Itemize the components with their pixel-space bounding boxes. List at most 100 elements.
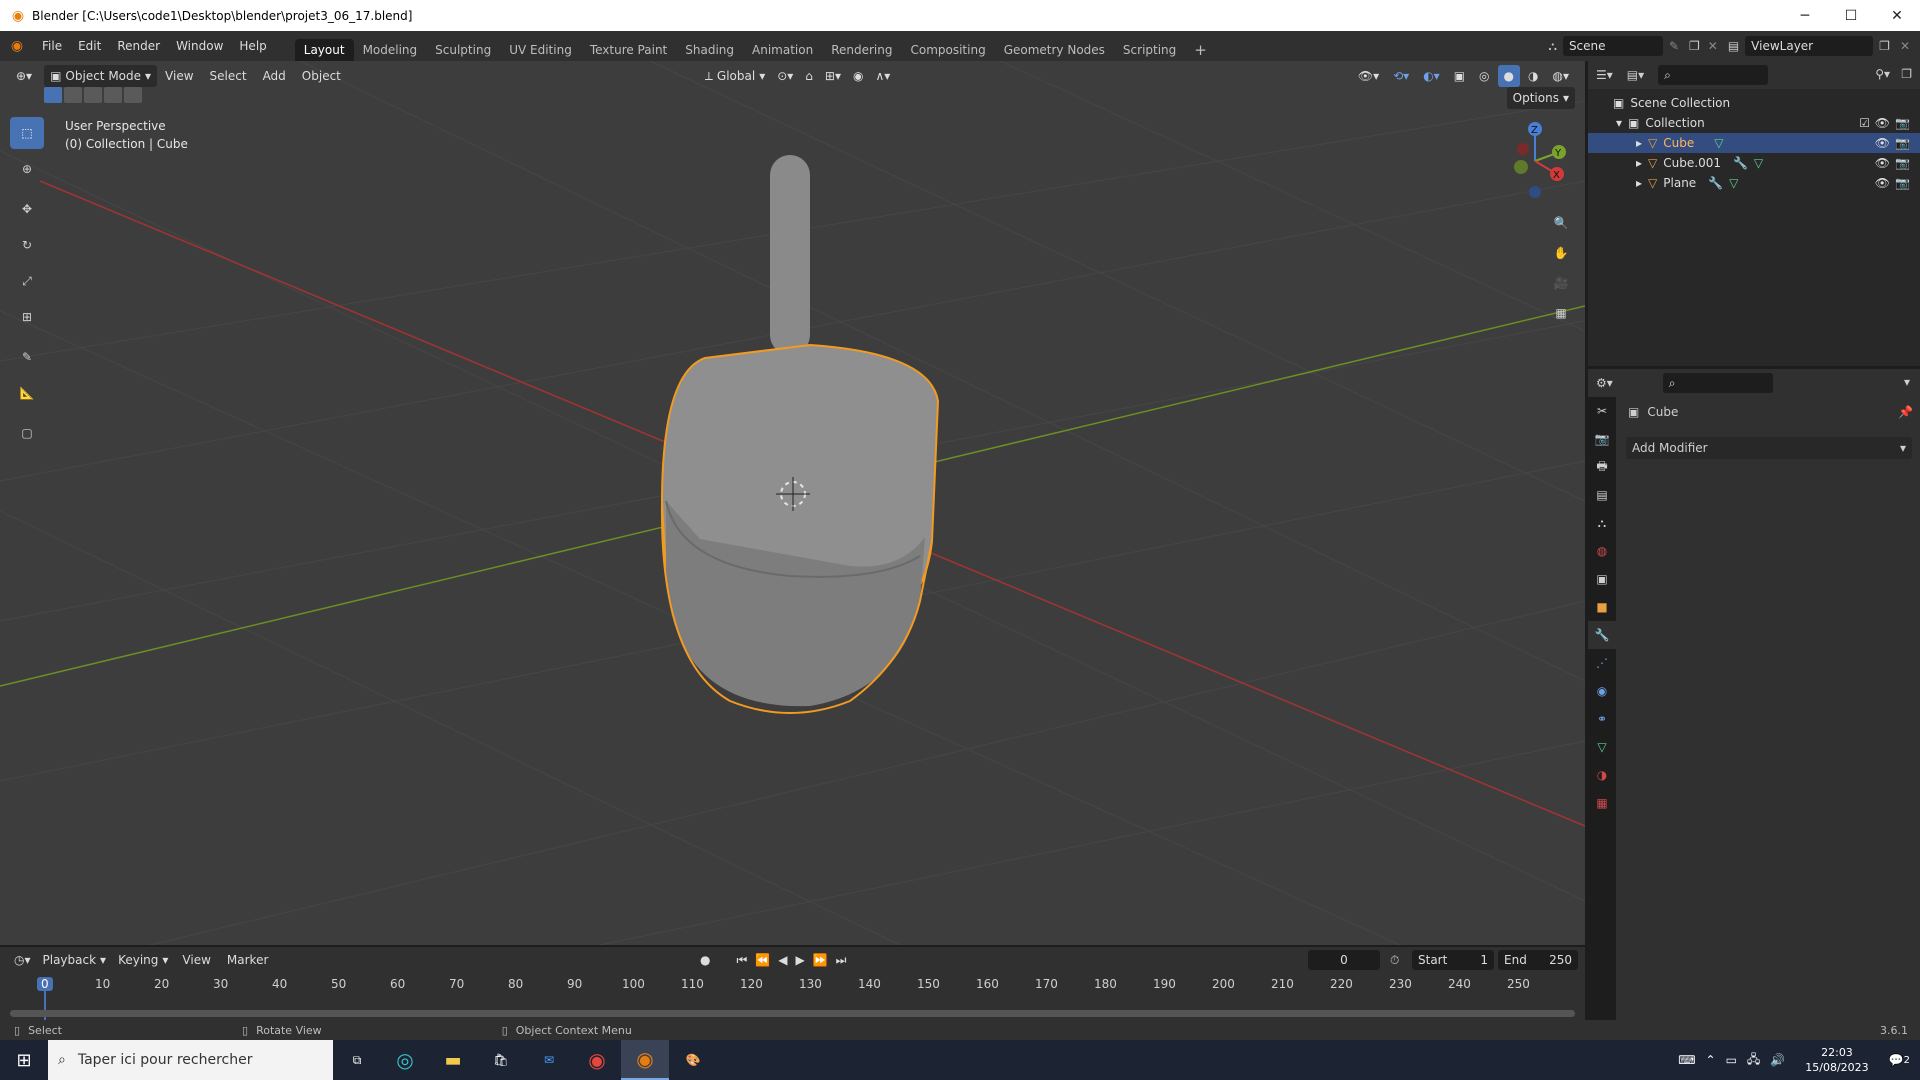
properties-search-input[interactable]: ⌕ xyxy=(1662,373,1773,393)
display-mode-icon[interactable]: ▤▾ xyxy=(1627,68,1644,82)
texture-tab-icon[interactable]: ▦ xyxy=(1588,789,1616,817)
collection-row[interactable]: ▾ ▣ Collection ☑ 👁 📷 xyxy=(1588,113,1920,133)
pan-hand-icon[interactable]: ✋ xyxy=(1547,239,1575,267)
mesh-data-icon[interactable]: ▽ xyxy=(1729,176,1738,190)
camera-icon[interactable]: 📷 xyxy=(1895,116,1910,130)
scene-field[interactable]: Scene xyxy=(1562,36,1663,56)
eye-icon[interactable]: 👁 xyxy=(1875,116,1890,130)
material-shading-button[interactable]: ◑ xyxy=(1522,65,1544,87)
material-tab-icon[interactable]: ◑ xyxy=(1588,761,1616,789)
chevron-down-icon[interactable]: ▾ xyxy=(1904,375,1910,389)
filter-icon[interactable]: ⚲▾ xyxy=(1875,67,1890,81)
object-tab-icon[interactable]: ■ xyxy=(1588,593,1616,621)
clock[interactable]: 22:03 15/08/2023 xyxy=(1805,1045,1868,1075)
modifier-tab-icon[interactable]: 🔧 xyxy=(1588,621,1616,649)
solid-shading-button[interactable]: ● xyxy=(1497,65,1521,87)
rendered-shading-button[interactable]: ◍▾ xyxy=(1547,65,1576,87)
transform-tool[interactable]: ⊞ xyxy=(10,301,44,333)
frame-ruler[interactable]: 0 10 20 30 40 50 60 70 80 90 100 110 120 130 140 150 160… xyxy=(0,973,1585,995)
play-icon[interactable]: ▶ xyxy=(795,953,804,967)
delete-viewlayer-icon[interactable]: ✕ xyxy=(1900,39,1910,53)
tab-shading[interactable]: Shading xyxy=(676,39,743,61)
output-tab-icon[interactable]: 🖶 xyxy=(1588,453,1616,481)
record-icon[interactable]: ● xyxy=(700,953,710,967)
particles-tab-icon[interactable]: ⋰ xyxy=(1588,649,1616,677)
cube-object[interactable] xyxy=(660,155,940,714)
tab-scripting[interactable]: Scripting xyxy=(1114,39,1185,61)
measure-tool[interactable]: 📐 xyxy=(10,377,44,409)
blender-taskbar-icon[interactable]: ◉ xyxy=(621,1040,669,1080)
checkbox-icon[interactable]: ☑ xyxy=(1859,116,1870,130)
snap-toggle[interactable]: ⌂ xyxy=(799,65,819,87)
camera-icon[interactable]: 📷 xyxy=(1895,136,1910,150)
render-tab-icon[interactable]: 📷 xyxy=(1588,425,1616,453)
task-view-icon[interactable]: ⧉ xyxy=(333,1040,381,1080)
timeline-scrollbar[interactable] xyxy=(10,1010,1575,1017)
move-tool[interactable]: ✥ xyxy=(10,193,44,225)
axis-gizmo[interactable]: Z Y X xyxy=(1485,111,1585,201)
select-box-tool[interactable]: ⬚ xyxy=(10,117,44,149)
menu-file[interactable]: File xyxy=(34,31,70,61)
current-frame-field[interactable]: 0 xyxy=(1308,950,1380,970)
blender-menu-icon[interactable]: ◉ xyxy=(0,38,34,54)
camera-icon[interactable]: 📷 xyxy=(1895,156,1910,170)
eye-icon[interactable]: 👁 xyxy=(1875,176,1890,190)
overlay-toggle[interactable]: ◐▾ xyxy=(1417,65,1446,87)
tab-texture-paint[interactable]: Texture Paint xyxy=(581,39,676,61)
zoom-icon[interactable]: 🔍 xyxy=(1547,209,1575,237)
start-frame-field[interactable]: Start 1 xyxy=(1412,950,1494,970)
annotate-tool[interactable]: ✎ xyxy=(10,341,44,373)
outliner-item-plane[interactable]: ▸ ▽ Plane 🔧 ▽ 👁 📷 xyxy=(1588,173,1920,193)
tab-geometry-nodes[interactable]: Geometry Nodes xyxy=(995,39,1114,61)
jump-start-icon[interactable]: ⏮ xyxy=(736,953,747,968)
vp-menu-object[interactable]: Object xyxy=(294,61,349,91)
keying-dropdown[interactable]: Keying ▾ xyxy=(112,949,174,971)
delete-scene-icon[interactable]: ✕ xyxy=(1708,39,1718,53)
taskbar-search-box[interactable]: ⌕ Taper ici pour rechercher xyxy=(48,1040,333,1080)
constraints-tab-icon[interactable]: ⚭ xyxy=(1588,705,1616,733)
chrome-icon[interactable]: ◉ xyxy=(573,1040,621,1080)
viewlayer-field[interactable]: ViewLayer xyxy=(1745,36,1874,56)
add-modifier-dropdown[interactable]: Add Modifier ▾ xyxy=(1626,437,1912,459)
expand-chevron-icon[interactable]: ▾ xyxy=(1616,116,1622,130)
new-scene-icon[interactable]: ❐ xyxy=(1689,39,1700,53)
ortho-grid-icon[interactable]: ▦ xyxy=(1547,299,1575,327)
meet-icon[interactable]: ▭ xyxy=(1726,1053,1737,1067)
outliner-search-input[interactable]: ⌕ xyxy=(1658,65,1769,85)
eye-icon[interactable]: 👁 xyxy=(1875,156,1890,170)
timeline-menu-view[interactable]: View xyxy=(174,945,218,975)
gizmo-toggle[interactable]: ⟲▾ xyxy=(1387,65,1415,87)
falloff-dropdown[interactable]: ∧▾ xyxy=(869,65,896,87)
pin-icon[interactable]: ✎ xyxy=(1669,39,1679,53)
file-explorer-icon[interactable]: ▬ xyxy=(429,1040,477,1080)
prev-keyframe-icon[interactable]: ⏪ xyxy=(755,953,770,967)
minimize-button[interactable]: ─ xyxy=(1782,0,1828,31)
camera-icon[interactable]: 📷 xyxy=(1895,176,1910,190)
scene-icon[interactable]: ⛬ xyxy=(1549,39,1557,54)
snap-dropdown[interactable]: ⊞▾ xyxy=(819,65,847,87)
outliner-item-cube001[interactable]: ▸ ▽ Cube.001 🔧 ▽ 👁 📷 xyxy=(1588,153,1920,173)
vp-menu-view[interactable]: View xyxy=(157,61,201,91)
editor-type-icon[interactable]: ⊕▾ xyxy=(10,65,38,87)
modifier-wrench-icon[interactable]: 🔧 xyxy=(1708,176,1723,190)
world-tab-icon[interactable]: ◍ xyxy=(1588,537,1616,565)
scale-tool[interactable]: ⤢ xyxy=(10,265,44,297)
camera-view-icon[interactable]: 🎥 xyxy=(1547,269,1575,297)
store-icon[interactable]: 🛍 xyxy=(477,1040,525,1080)
viewlayer-icon[interactable]: ▤ xyxy=(1728,39,1739,53)
collection-tab-icon[interactable]: ▣ xyxy=(1588,565,1616,593)
mail-icon[interactable]: ✉ xyxy=(525,1040,573,1080)
pivot-dropdown[interactable]: ⊙▾ xyxy=(771,65,799,87)
menu-window[interactable]: Window xyxy=(168,31,231,61)
tab-animation[interactable]: Animation xyxy=(743,39,822,61)
tab-layout[interactable]: Layout xyxy=(294,39,354,61)
mesh-data-icon[interactable]: ▽ xyxy=(1714,136,1723,150)
playhead-line[interactable] xyxy=(44,990,46,1022)
transform-orientation-dropdown[interactable]: ⟂ Global ▾ xyxy=(699,65,771,87)
scene-tab-icon[interactable]: ⛬ xyxy=(1588,509,1616,537)
vp-menu-select[interactable]: Select xyxy=(202,61,255,91)
close-button[interactable]: ✕ xyxy=(1874,0,1920,31)
next-keyframe-icon[interactable]: ⏩ xyxy=(813,953,828,967)
outliner-editor-icon[interactable]: ☰▾ xyxy=(1596,68,1613,82)
data-tab-icon[interactable]: ▽ xyxy=(1588,733,1616,761)
